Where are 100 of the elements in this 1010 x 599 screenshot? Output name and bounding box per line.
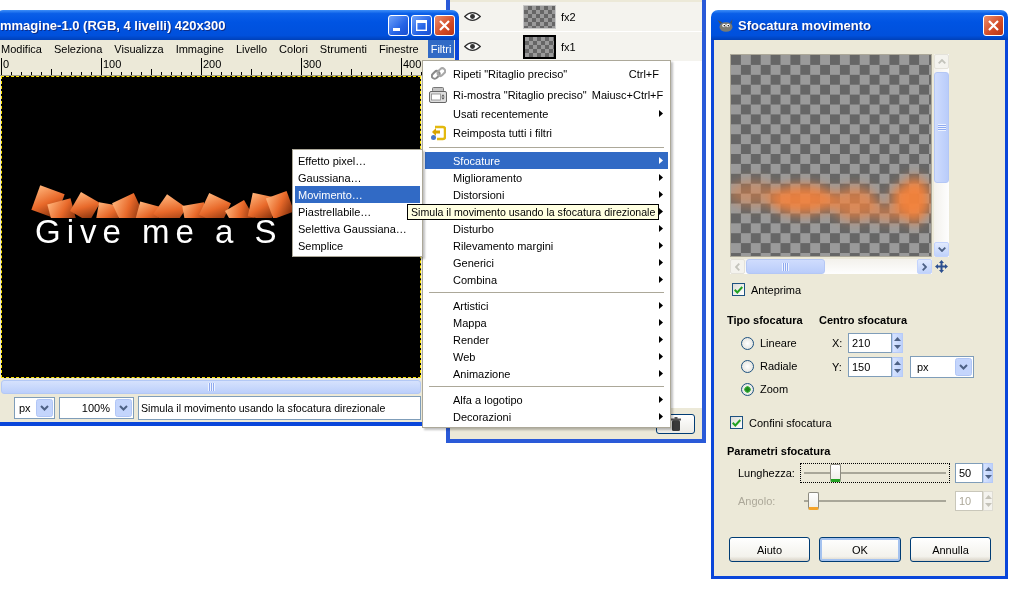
menu-item[interactable]: Generici xyxy=(425,254,668,271)
menu-item[interactable]: Usati recentemente xyxy=(425,105,668,122)
menubar-item[interactable]: Strumenti xyxy=(316,40,370,58)
menubar-item[interactable]: Filtri xyxy=(427,40,455,58)
scrollbar-thumb[interactable] xyxy=(746,259,825,274)
chevron-down-icon xyxy=(115,399,132,417)
submenu-arrow-icon xyxy=(659,259,663,266)
eye-icon[interactable] xyxy=(464,41,481,52)
radio-button[interactable] xyxy=(741,336,754,350)
chain-icon xyxy=(430,66,446,81)
radio-button[interactable] xyxy=(741,359,754,373)
menu-item[interactable]: Alfa a logotipo xyxy=(425,391,668,408)
radio-label: Radiale xyxy=(760,360,798,372)
slider-label: Lunghezza: xyxy=(738,467,796,479)
menu-item[interactable]: Animazione xyxy=(425,365,668,382)
up-down-arrows-icon xyxy=(984,466,992,480)
menubar-item[interactable]: Modifica xyxy=(0,40,45,58)
maximize-icon xyxy=(416,19,427,31)
radio-button[interactable] xyxy=(741,382,754,396)
menu-item[interactable]: Distorsioni xyxy=(425,186,668,203)
scrollbar-thumb[interactable] xyxy=(934,72,949,183)
checkmark-icon xyxy=(732,418,741,427)
menu-item[interactable]: Miglioramento xyxy=(425,169,668,186)
menubar-item[interactable]: Livello xyxy=(232,40,271,58)
submenu-arrow-icon xyxy=(659,110,663,117)
submenu-arrow-icon xyxy=(659,336,663,343)
close-icon xyxy=(439,19,450,31)
unit-dropdown[interactable]: px xyxy=(910,356,974,378)
checkmark-icon xyxy=(734,285,743,294)
chevron-up-icon xyxy=(937,59,946,64)
menubar-item[interactable]: Visualizza xyxy=(111,40,167,58)
minimize-icon xyxy=(393,27,400,31)
submenu-arrow-icon xyxy=(659,276,663,283)
menu-item[interactable]: Ri-mostra "Ritaglio preciso" Maiusc+Ctrl+F xyxy=(425,84,668,105)
slider-thumb[interactable] xyxy=(830,464,842,482)
submenu-arrow-icon xyxy=(659,157,663,164)
status-message: Simula il movimento usando la sfocatura direzionale xyxy=(138,396,421,420)
vertical-scrollbar[interactable] xyxy=(934,54,949,257)
menu-item[interactable]: Effetto pixel… xyxy=(295,152,420,169)
layer-name: fx2 xyxy=(561,10,576,23)
checkbox[interactable] xyxy=(732,283,745,296)
chevron-down-icon xyxy=(937,247,946,252)
menu-item[interactable]: Movimento… xyxy=(295,186,420,203)
cancel-button[interactable]: Annulla xyxy=(910,537,991,562)
value-field[interactable]: 50 xyxy=(955,463,983,483)
submenu-arrow-icon xyxy=(659,353,663,360)
radio-label: Lineare xyxy=(760,337,797,349)
menu-item[interactable]: Combina xyxy=(425,271,668,288)
spin-button[interactable] xyxy=(892,357,903,377)
menubar-item[interactable]: Immagine xyxy=(172,40,227,58)
menu-item[interactable]: Decorazioni xyxy=(425,408,668,425)
minimize-button[interactable] xyxy=(388,14,409,36)
menu-item[interactable]: Reimposta tutti i filtri xyxy=(425,122,668,143)
eye-icon[interactable] xyxy=(464,11,481,22)
zoom-combo[interactable]: 100% xyxy=(59,397,134,419)
checkbox-label: Confini sfocatura xyxy=(749,416,832,429)
close-button[interactable] xyxy=(434,14,455,36)
maximize-button[interactable] xyxy=(411,14,432,36)
spin-button[interactable] xyxy=(892,333,903,353)
up-down-arrows-icon xyxy=(894,336,901,350)
menubar-item[interactable]: Colori xyxy=(276,40,311,58)
help-button[interactable]: Aiuto xyxy=(729,537,810,562)
scrollbar-thumb[interactable] xyxy=(1,380,421,394)
grip-icon xyxy=(937,124,946,131)
menu-item[interactable]: Mappa xyxy=(425,314,668,331)
scroll-down-button[interactable] xyxy=(934,242,949,257)
window-title: Sfocatura movimento xyxy=(738,17,871,33)
menu-item[interactable]: Sfocature xyxy=(425,152,668,169)
horizontal-scrollbar[interactable] xyxy=(730,259,932,274)
menu-item[interactable]: Disturbo xyxy=(425,220,668,237)
close-button[interactable] xyxy=(983,14,1004,36)
checkbox[interactable] xyxy=(730,416,743,429)
ok-button[interactable]: OK xyxy=(819,537,901,562)
menu-item[interactable]: Semplice xyxy=(295,237,420,254)
menubar-item[interactable]: Seleziona xyxy=(50,40,106,58)
up-down-arrows-icon xyxy=(984,494,992,508)
menu-item[interactable]: Rilevamento margini xyxy=(425,237,668,254)
chevron-left-icon xyxy=(735,262,740,271)
menu-item[interactable]: Ripeti "Ritaglio preciso" Ctrl+F xyxy=(425,63,668,84)
scroll-right-button[interactable] xyxy=(917,259,932,274)
spin-button[interactable] xyxy=(983,463,993,483)
menubar-item[interactable]: Finestre xyxy=(375,40,422,58)
menu-item[interactable]: Web xyxy=(425,348,668,365)
menu-item[interactable]: Render xyxy=(425,331,668,348)
menu-item[interactable]: Artistici xyxy=(425,297,668,314)
return-arrow-icon xyxy=(430,124,446,141)
x-field[interactable]: 210 xyxy=(848,333,892,353)
move-arrows-icon[interactable] xyxy=(935,260,948,273)
unit-dropdown[interactable]: px xyxy=(14,397,55,419)
slider-track[interactable] xyxy=(800,463,950,483)
ruler-label: 100 xyxy=(103,58,122,70)
submenu-arrow-icon xyxy=(659,319,663,326)
ruler-label: 400 xyxy=(403,58,422,70)
layer-row[interactable]: fx2 xyxy=(450,2,702,32)
section-heading: Parametri sfocatura xyxy=(727,445,831,458)
canvas-text: Give me a S xyxy=(35,218,283,245)
menu-item[interactable]: Selettiva Gaussiana… xyxy=(295,220,420,237)
menu-item[interactable]: Gaussiana… xyxy=(295,169,420,186)
chevron-down-icon xyxy=(36,399,53,417)
y-field[interactable]: 150 xyxy=(848,357,892,377)
